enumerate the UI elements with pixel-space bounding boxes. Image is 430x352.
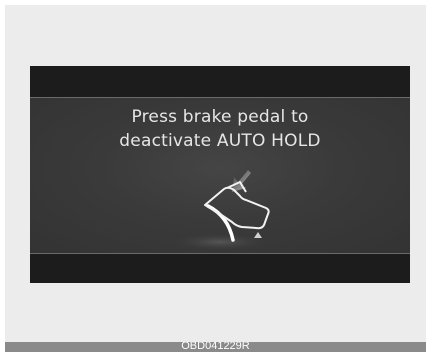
- brake-pedal-icon: [170, 170, 270, 251]
- cluster-display: Press brake pedal to deactivate AUTO HOL…: [30, 66, 410, 283]
- figure-code: OBD041229R: [181, 342, 250, 352]
- press-arrow-icon: [232, 170, 251, 192]
- message-line-2: deactivate AUTO HOLD: [119, 131, 321, 151]
- display-bottom-bar: [30, 253, 410, 283]
- warning-message: Press brake pedal to deactivate AUTO HOL…: [30, 105, 410, 153]
- figure-caption-bar: OBD041229R: [5, 342, 426, 352]
- message-line-1: Press brake pedal to: [131, 107, 309, 127]
- display-top-bar: [30, 66, 410, 98]
- pivot-icon: [254, 232, 262, 238]
- floor-glow: [170, 233, 270, 251]
- display-content: Press brake pedal to deactivate AUTO HOL…: [30, 98, 410, 253]
